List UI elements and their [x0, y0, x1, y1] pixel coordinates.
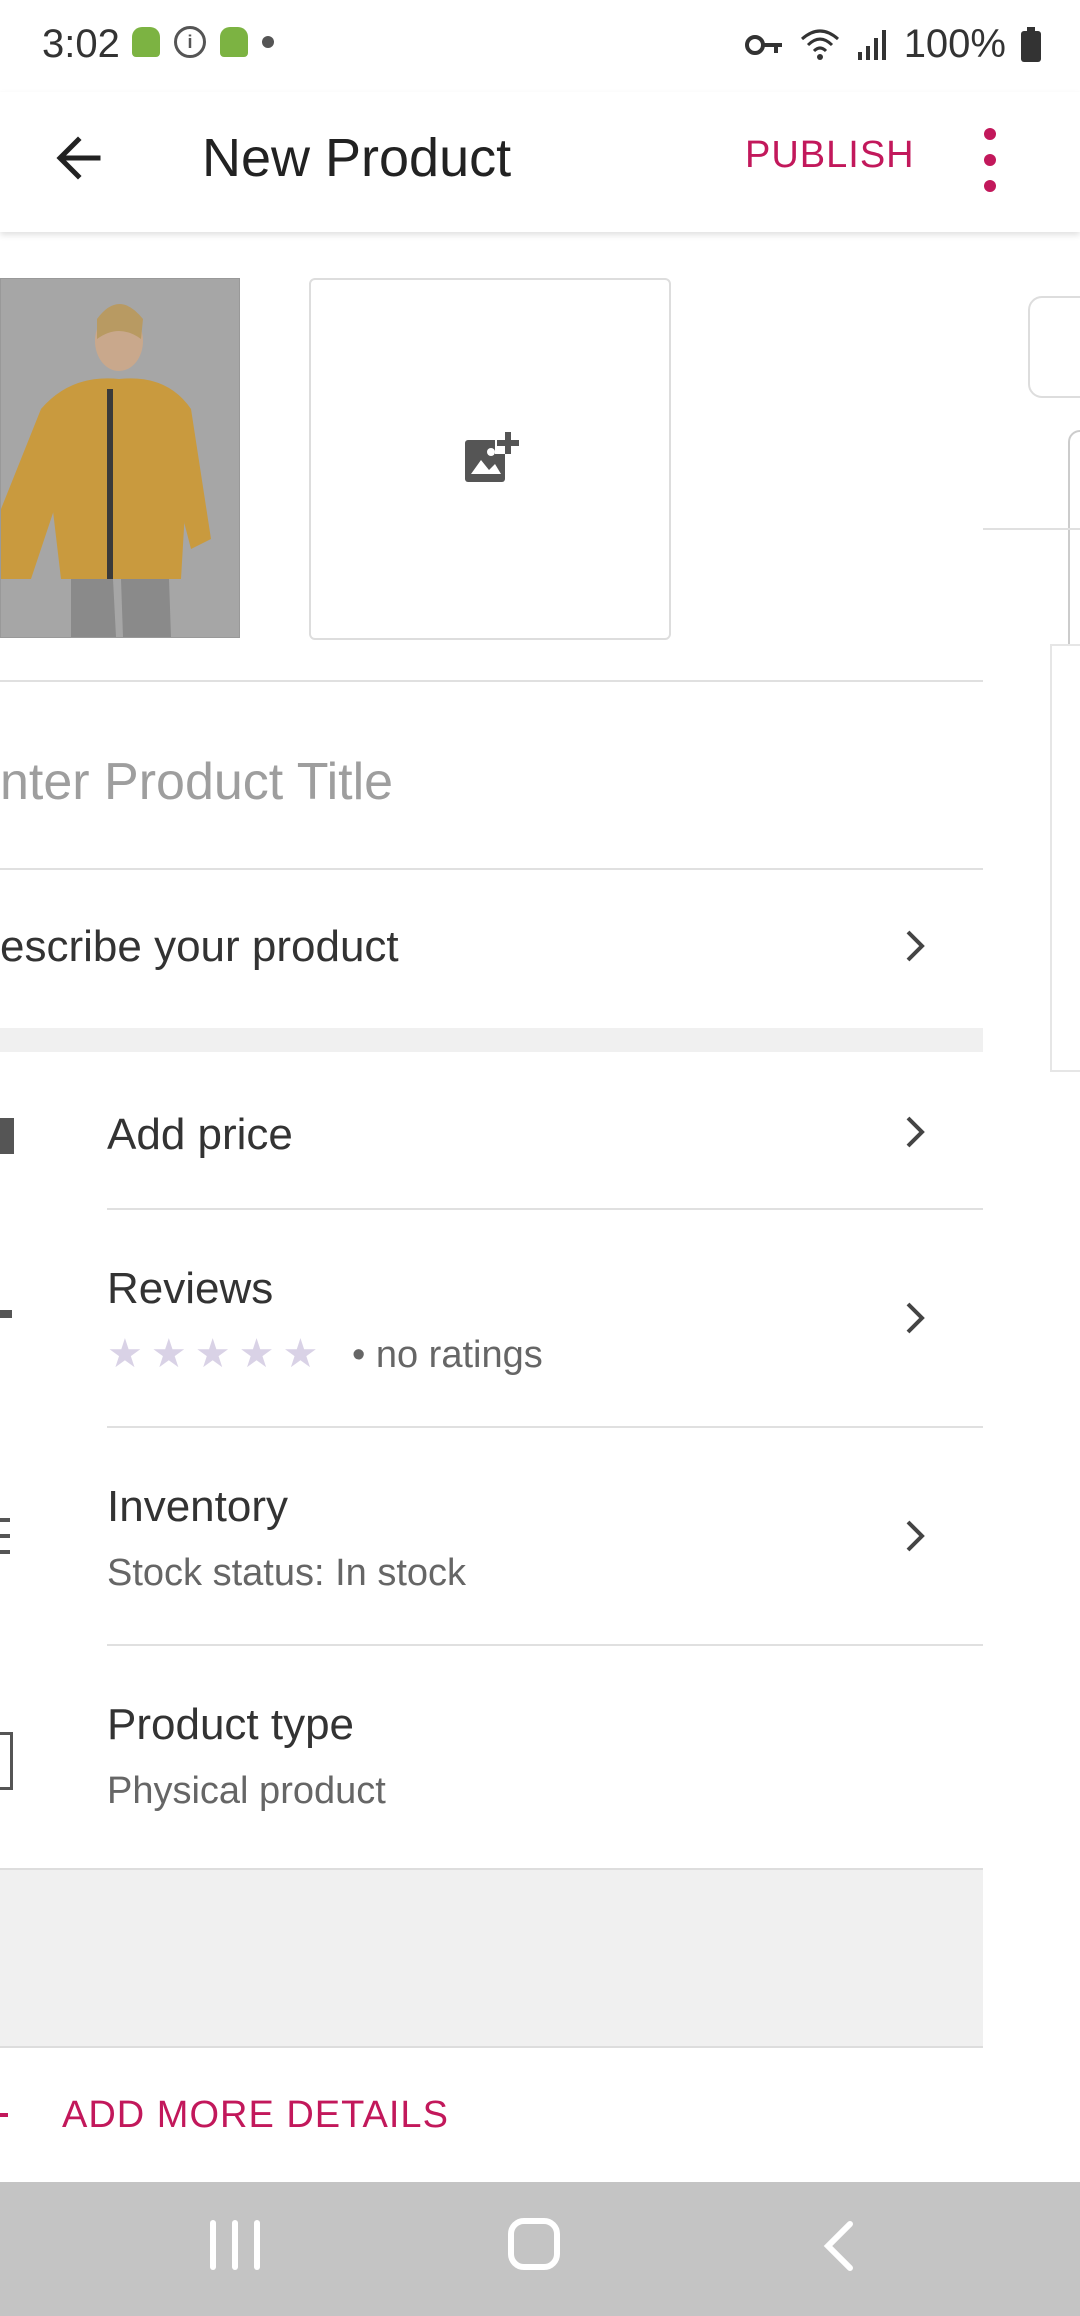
side-panel-divider [983, 528, 1080, 530]
system-nav-bar [0, 2182, 1080, 2316]
divider [107, 1208, 983, 1210]
system-icons: 100% [744, 22, 1042, 67]
product-title-input[interactable]: nter Product Title [0, 752, 393, 812]
add-price-row[interactable]: Add price [107, 1110, 293, 1160]
reviews-icon [0, 1310, 12, 1318]
key-icon [744, 34, 782, 55]
product-type-icon [0, 1732, 13, 1790]
inventory-icon [0, 1518, 10, 1522]
add-image-box[interactable] [309, 278, 671, 640]
product-photo [1, 279, 239, 637]
star-icon: ★ [107, 1332, 143, 1376]
publish-button[interactable]: PUBLISH [745, 134, 915, 177]
nav-back-icon[interactable] [816, 2218, 866, 2274]
home-icon[interactable] [508, 2218, 560, 2270]
back-arrow-icon[interactable] [48, 126, 112, 190]
chevron-right-icon [906, 930, 925, 962]
more-notifications-icon [262, 36, 274, 48]
describe-product-row[interactable]: escribe your product [0, 922, 399, 972]
divider [0, 680, 983, 682]
chevron-right-icon [906, 1116, 925, 1148]
star-icon: ★ [282, 1332, 319, 1376]
wifi-icon [800, 29, 839, 60]
battery-percent: 100% [903, 22, 1006, 66]
side-panel-field[interactable] [1028, 296, 1080, 398]
status-time: 3:02 [42, 22, 120, 66]
divider [107, 1426, 983, 1428]
recent-apps-icon[interactable] [210, 2220, 260, 2270]
rating-summary: • no ratings [352, 1334, 543, 1376]
battery-icon [1021, 26, 1041, 62]
side-panel-card [1050, 644, 1080, 1072]
section-separator [0, 1868, 983, 2048]
star-icon: ★ [194, 1332, 231, 1376]
inventory-icon [0, 1534, 10, 1538]
add-photo-icon [465, 432, 519, 482]
divider [0, 868, 983, 870]
android-icon [220, 27, 248, 57]
app-bar: New Product PUBLISH [0, 92, 1080, 232]
inventory-row[interactable]: Inventory [107, 1482, 288, 1532]
star-icon: ★ [150, 1332, 187, 1376]
chevron-right-icon [906, 1520, 925, 1552]
price-icon [0, 1118, 14, 1154]
plus-icon [0, 2113, 8, 2117]
reviews-row[interactable]: Reviews [107, 1264, 273, 1314]
inventory-status: Stock status: In stock [107, 1552, 467, 1594]
product-type-value: Physical product [107, 1770, 386, 1812]
status-bar: 3:02 i 100% [0, 0, 1080, 92]
divider [107, 1644, 983, 1646]
star-icon: ★ [238, 1332, 275, 1376]
page-title: New Product [202, 128, 512, 188]
section-separator [0, 1028, 983, 1052]
product-image[interactable] [0, 278, 240, 638]
info-icon: i [174, 26, 206, 58]
notification-icons: i [132, 26, 274, 58]
add-more-details-button[interactable]: ADD MORE DETAILS [62, 2094, 449, 2137]
chevron-right-icon [906, 1302, 925, 1334]
product-type-row[interactable]: Product type [107, 1700, 354, 1750]
rating-stars: ★ ★ ★ ★ ★ [107, 1334, 318, 1374]
android-icon [132, 27, 160, 57]
more-vert-icon[interactable] [968, 128, 1012, 192]
signal-icon [857, 29, 886, 60]
inventory-icon [0, 1550, 10, 1554]
